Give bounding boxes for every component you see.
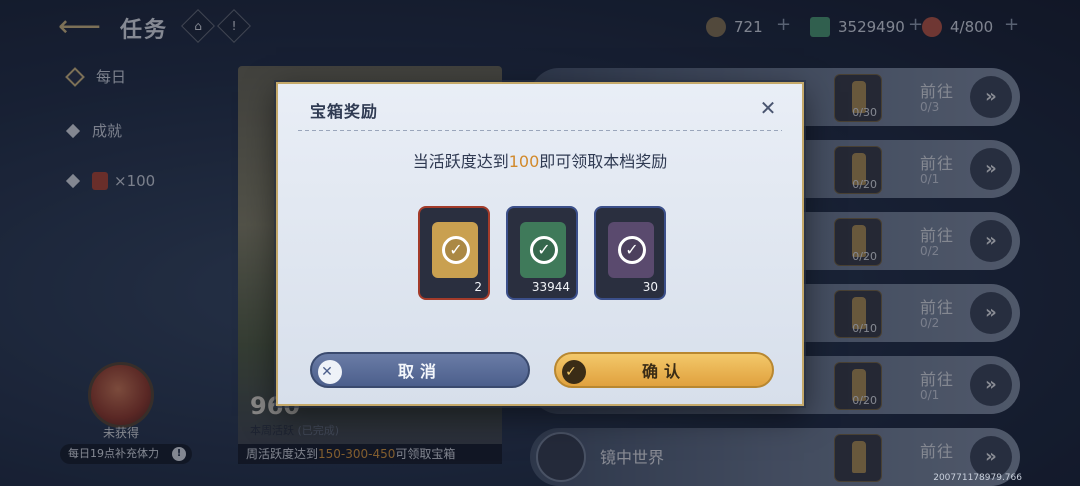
back-arrow-icon[interactable]: ⟵ (58, 10, 101, 44)
diamond-icon (65, 173, 81, 189)
page-title: 任务 (120, 18, 169, 43)
meat-resource: 4/800 (922, 15, 993, 39)
build-id: 200771178979.766 (933, 473, 1022, 483)
confirm-button[interactable]: ✓ 确认 (554, 352, 774, 388)
go-label: 前往 (920, 298, 955, 317)
task-progress: 0/1 (920, 388, 940, 402)
top-bar: ⟵ 任务 ⌂ ! 721 + 3529490 + 4/800 + (0, 0, 1080, 54)
task-progress: 0/3 (920, 100, 940, 114)
chest-reward-dialog: 宝箱奖励 ✕ 当活跃度达到100即可领取本档奖励 ✓ 2 ✓ 33944 ✓ 3… (276, 82, 804, 406)
gift-icon (92, 172, 108, 190)
reward-chess-piece-icon (834, 434, 882, 482)
item-quantity: 2 (474, 280, 482, 294)
task-name: 镜中世界 (600, 448, 665, 467)
reward-chess-piece-icon: 0/10 (834, 290, 882, 338)
coin-resource: 721 (706, 15, 763, 39)
go-button[interactable]: » (970, 292, 1012, 334)
task-badge-icon (536, 432, 586, 482)
dialog-title: 宝箱奖励 (310, 102, 379, 121)
info-icon[interactable]: ! (217, 9, 251, 43)
close-icon[interactable]: ✕ (756, 96, 780, 120)
reward-chess-piece-icon: 0/20 (834, 218, 882, 266)
money-icon (810, 17, 830, 37)
diamond-icon (65, 123, 81, 138)
close-icon: ✕ (318, 360, 342, 384)
weekly-note: 周活跃度达到150-300-450可领取宝箱 (238, 444, 502, 464)
go-label: 前往 (920, 370, 955, 389)
diamond-icon (65, 66, 85, 87)
task-progress: 0/2 (920, 316, 940, 330)
meat-icon (922, 17, 942, 37)
check-icon: ✓ (442, 236, 470, 264)
reward-item-money[interactable]: ✓ 33944 (506, 206, 578, 300)
check-icon: ✓ (530, 236, 558, 264)
reward-item-scroll[interactable]: ✓ 2 (418, 206, 490, 300)
item-quantity: 33944 (531, 280, 570, 294)
add-meat-button[interactable]: + (1004, 14, 1019, 35)
go-label: 前往 (920, 226, 955, 245)
task-progress: 0/2 (920, 244, 940, 258)
go-label: 前往 (920, 154, 955, 173)
item-quantity: 30 (642, 280, 658, 294)
reward-chess-piece-icon: 0/30 (834, 74, 882, 122)
go-button[interactable]: » (970, 436, 1012, 478)
money-resource: 3529490 (810, 15, 905, 39)
go-button[interactable]: » (970, 148, 1012, 190)
task-progress: 0/1 (920, 172, 940, 186)
check-icon: ✓ (618, 236, 646, 264)
reward-chess-piece-icon: 0/20 (834, 146, 882, 194)
add-money-button[interactable]: + (908, 14, 923, 35)
activity-label: 本周活跃 (已完成) (250, 424, 340, 437)
stamina-meat-icon[interactable] (88, 362, 154, 428)
nav-item-achievements[interactable]: 成就 (65, 120, 122, 141)
home-icon[interactable]: ⌂ (181, 9, 215, 43)
go-button[interactable]: » (970, 76, 1012, 118)
cancel-button[interactable]: ✕ 取消 (310, 352, 530, 388)
check-icon: ✓ (562, 360, 586, 384)
stamina-tip: 每日19点补充体力 ! (60, 444, 192, 464)
reward-item-book[interactable]: ✓ 30 (594, 206, 666, 300)
reward-chess-piece-icon: 0/20 (834, 362, 882, 410)
nav-item-gift[interactable]: ×100 (65, 172, 155, 190)
go-button[interactable]: » (970, 220, 1012, 262)
reward-message: 当活跃度达到100即可领取本档奖励 (412, 152, 668, 171)
nav-item-daily[interactable]: 每日 (65, 66, 126, 87)
go-button[interactable]: » (970, 364, 1012, 406)
add-coin-button[interactable]: + (776, 14, 791, 35)
go-label: 前往 (920, 82, 955, 101)
info-icon[interactable]: ! (172, 447, 186, 461)
stamina-status: 未获得 (102, 426, 139, 440)
go-label: 前往 (920, 442, 955, 461)
divider (298, 130, 782, 131)
coin-icon (706, 17, 726, 37)
